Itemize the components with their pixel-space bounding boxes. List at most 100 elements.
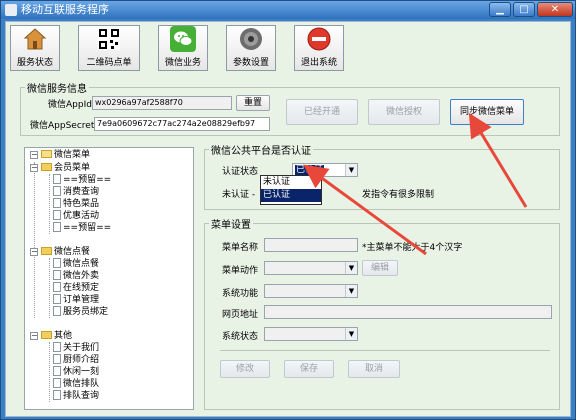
tree-group-other[interactable]: 其他 — [41, 330, 72, 342]
wechat-authorize-button[interactable]: 微信授权 — [368, 99, 440, 125]
chevron-down-icon: ▼ — [345, 164, 357, 176]
toolbar-button-service-status[interactable]: 服务状态 — [10, 25, 60, 71]
folder-icon — [41, 247, 52, 255]
tree-item[interactable]: 在线预定 — [53, 282, 99, 294]
dropdown-option-selected[interactable]: 已认证 — [261, 189, 321, 202]
chevron-down-icon: ▼ — [345, 328, 357, 340]
dropdown-option[interactable]: 未认证 — [261, 176, 321, 189]
menu-settings-legend: 菜单设置 — [211, 220, 251, 231]
document-icon — [53, 210, 61, 220]
close-button[interactable]: ✕ — [537, 2, 573, 17]
system-function-label: 系统功能 — [222, 289, 259, 299]
tree-item[interactable]: 排队查询 — [53, 390, 99, 402]
appid-field[interactable]: wx0296a97af2588f70 — [92, 96, 232, 110]
tree-item[interactable]: 休闲一刻 — [53, 366, 99, 378]
appsecret-label: 微信AppSecret — [30, 121, 95, 131]
tree-group-member-menu[interactable]: 会员菜单 — [41, 162, 90, 174]
toolbar-label: 服务状态 — [16, 58, 53, 68]
modify-button[interactable]: 修改 — [220, 360, 270, 378]
minimize-button[interactable]: ▁ — [489, 2, 511, 17]
settings-disc-icon — [238, 26, 264, 52]
divider — [220, 350, 550, 351]
menu-action-select[interactable]: ▼ — [264, 261, 358, 275]
tree-collapse-toggle[interactable]: − — [30, 332, 38, 340]
document-icon — [53, 294, 61, 304]
toolbar-button-qrcode-order[interactable]: 二维码点单 — [78, 25, 140, 71]
client-area: 服务状态 二维码点单 微信业务 参数设置 退出系统 微信服务信息 微信AppId… — [5, 21, 571, 417]
tree-item[interactable]: ==预留== — [53, 174, 111, 186]
opened-button[interactable]: 已经开通 — [286, 99, 358, 125]
document-icon — [53, 390, 61, 400]
document-icon — [53, 222, 61, 232]
tree-root[interactable]: 微信菜单 — [41, 149, 90, 161]
chevron-down-icon: ▼ — [345, 262, 357, 274]
tree-item[interactable]: ==预留== — [53, 222, 111, 234]
auth-legend: 微信公共平台是否认证 — [211, 146, 311, 157]
tree-item[interactable]: 消费查询 — [53, 186, 99, 198]
menu-action-label: 菜单动作 — [222, 266, 259, 276]
toolbar-label: 微信业务 — [164, 58, 201, 68]
auth-note-prefix: 未认证 - — [222, 190, 256, 200]
document-icon — [53, 198, 61, 208]
app-icon — [5, 4, 17, 16]
document-icon — [53, 366, 61, 376]
tree-collapse-toggle[interactable]: − — [30, 164, 38, 172]
tree-item[interactable]: 服务员绑定 — [53, 306, 108, 318]
tree-group-wechat-order[interactable]: 微信点餐 — [41, 246, 90, 258]
auth-status-dropdown-list[interactable]: 未认证 已认证 — [260, 175, 322, 205]
cancel-button[interactable]: 取消 — [348, 360, 400, 378]
sync-wechat-menu-button[interactable]: 同步微信菜单 — [450, 99, 524, 125]
qrcode-icon — [96, 26, 122, 52]
menu-name-field[interactable] — [264, 238, 358, 252]
toolbar-button-wechat-business[interactable]: 微信业务 — [158, 25, 208, 71]
folder-icon — [41, 150, 52, 158]
toolbar-label: 二维码点单 — [86, 58, 132, 68]
save-button[interactable]: 保存 — [284, 360, 334, 378]
wechat-icon — [170, 26, 196, 52]
document-icon — [53, 174, 61, 184]
auth-status-value: 已认证 — [293, 164, 326, 176]
toolbar: 服务状态 二维码点单 微信业务 参数设置 退出系统 — [10, 25, 344, 73]
system-status-label: 系统状态 — [222, 332, 259, 342]
tree-item[interactable]: 特色菜品 — [53, 198, 99, 210]
toolbar-label: 参数设置 — [232, 58, 269, 68]
chevron-down-icon: ▼ — [345, 285, 357, 297]
appsecret-field[interactable]: 7e9a0609672c77ac274a2e08829efb97 — [94, 117, 270, 131]
tree-item[interactable]: 厨师介绍 — [53, 354, 99, 366]
system-status-select[interactable]: ▼ — [264, 327, 358, 341]
document-icon — [53, 378, 61, 388]
toolbar-button-exit-system[interactable]: 退出系统 — [294, 25, 344, 71]
web-url-label: 网页地址 — [222, 310, 259, 320]
web-url-field[interactable] — [264, 305, 552, 319]
document-icon — [53, 354, 61, 364]
app-window: 移动互联服务程序 ▁ □ ✕ 服务状态 二维码点单 微信业务 参数设置 退出系统… — [0, 0, 576, 420]
maximize-button[interactable]: □ — [513, 2, 535, 17]
folder-icon — [41, 163, 52, 171]
auth-note-suffix: 发指令有很多限制 — [362, 190, 435, 200]
auth-status-label: 认证状态 — [222, 167, 259, 177]
document-icon — [53, 342, 61, 352]
tree-item[interactable]: 订单管理 — [53, 294, 99, 306]
toolbar-label: 退出系统 — [300, 58, 337, 68]
tree-collapse-toggle[interactable]: − — [30, 248, 38, 256]
tree-item[interactable]: 优惠活动 — [53, 210, 99, 222]
appid-label: 微信AppId — [48, 100, 92, 110]
tree-collapse-toggle[interactable]: − — [30, 151, 38, 159]
document-icon — [53, 306, 61, 316]
tree-item[interactable]: 微信外卖 — [53, 270, 99, 282]
tree-item[interactable]: 微信点餐 — [53, 258, 99, 270]
edit-button[interactable]: 编辑 — [362, 260, 398, 276]
document-icon — [53, 282, 61, 292]
menu-name-label: 菜单名称 — [222, 243, 259, 253]
document-icon — [53, 258, 61, 268]
system-function-select[interactable]: ▼ — [264, 284, 358, 298]
document-icon — [53, 186, 61, 196]
exit-icon — [306, 26, 332, 52]
tree-item[interactable]: 关于我们 — [53, 342, 99, 354]
wechat-service-info-legend: 微信服务信息 — [27, 84, 87, 95]
menu-tree[interactable]: − 微信菜单 − 会员菜单 ==预留== 消费查询 特色菜品 优惠活动 ==预留… — [24, 147, 194, 410]
toolbar-button-parameter-settings[interactable]: 参数设置 — [226, 25, 276, 71]
tree-item[interactable]: 微信排队 — [53, 378, 99, 390]
reset-button[interactable]: 重置 — [236, 95, 270, 111]
title-bar: 移动互联服务程序 ▁ □ ✕ — [1, 1, 575, 19]
